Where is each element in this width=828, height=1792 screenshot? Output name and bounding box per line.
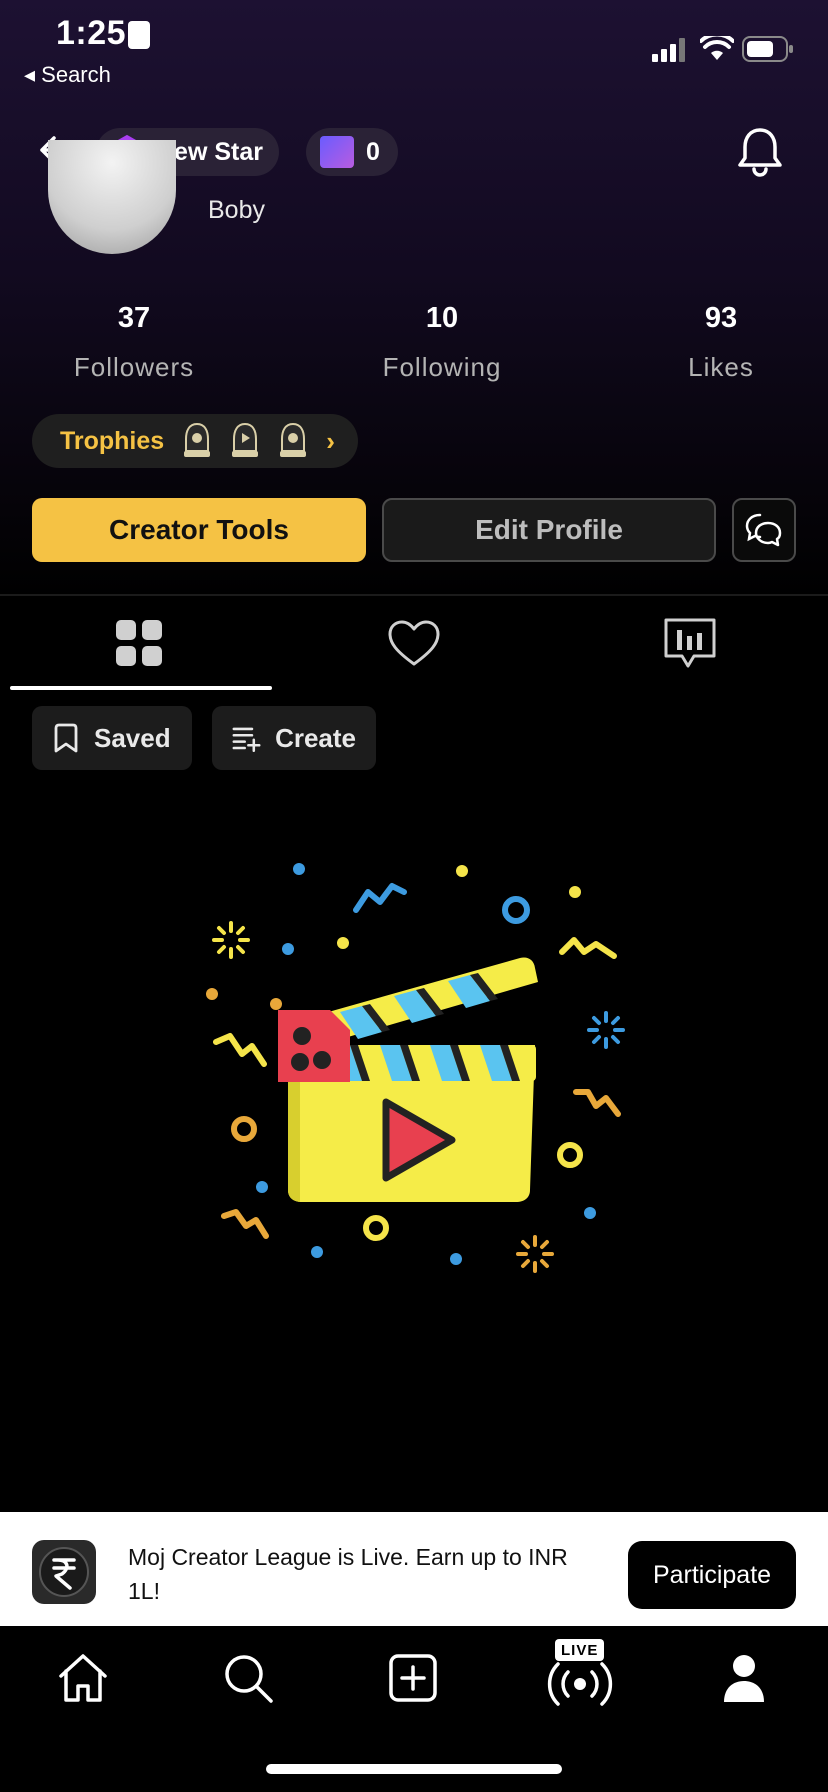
- live-icon[interactable]: [544, 1656, 616, 1712]
- tab-active-indicator: [10, 686, 272, 690]
- battery-icon: [742, 36, 793, 62]
- section-divider: [0, 594, 828, 596]
- home-icon[interactable]: [55, 1650, 111, 1706]
- stats-icon[interactable]: [660, 616, 720, 672]
- followers-count[interactable]: 37: [34, 302, 234, 335]
- following-label[interactable]: Following: [342, 352, 542, 383]
- chevron-right-icon: ›: [326, 425, 335, 456]
- likes-label: Likes: [688, 352, 754, 382]
- heart-icon[interactable]: [384, 616, 444, 672]
- followers-label[interactable]: Followers: [34, 352, 234, 383]
- promo-text: Moj Creator League is Live. Earn up to I…: [128, 1544, 568, 1604]
- coin-count: 0: [366, 137, 380, 166]
- create-label: Create: [275, 722, 356, 753]
- rupee-icon: [32, 1540, 96, 1604]
- profile-icon[interactable]: [716, 1650, 772, 1706]
- trophy-icon: [232, 422, 259, 457]
- chat-button[interactable]: [732, 498, 796, 562]
- clapperboard-illustration: [206, 863, 625, 1273]
- grid-icon[interactable]: [110, 616, 170, 672]
- home-indicator: [266, 1764, 562, 1774]
- profile-name: Boby: [208, 196, 265, 224]
- status-time: 1:25: [56, 14, 127, 52]
- add-icon[interactable]: [385, 1650, 441, 1706]
- trophies-label: Trophies: [60, 426, 165, 455]
- live-badge: LIVE: [555, 1639, 605, 1661]
- wifi-icon: [700, 36, 734, 60]
- trophies-button[interactable]: Trophies ›: [32, 414, 358, 468]
- following-count[interactable]: 10: [342, 302, 542, 335]
- saved-button[interactable]: Saved: [32, 706, 192, 770]
- create-playlist-button[interactable]: Create: [212, 706, 376, 770]
- signal-icon: [652, 38, 685, 62]
- coin-box-icon: [320, 136, 354, 168]
- back-to-search-link[interactable]: ◂ Search: [24, 62, 111, 88]
- bookmark-icon: [54, 723, 78, 753]
- saved-label: Saved: [94, 722, 171, 753]
- likes-count: 93: [704, 302, 738, 334]
- playlist-add-icon: [232, 727, 261, 752]
- contact-card-icon: [128, 21, 150, 49]
- participate-button[interactable]: Participate: [628, 1541, 796, 1609]
- chat-bubbles-icon: [745, 513, 782, 547]
- trophy-icon: [280, 422, 307, 457]
- edit-profile-button[interactable]: Edit Profile: [382, 498, 716, 562]
- coin-balance[interactable]: 0: [306, 128, 398, 176]
- creator-tools-button[interactable]: Creator Tools: [32, 498, 366, 562]
- bell-icon[interactable]: [736, 126, 784, 178]
- trophy-icon: [184, 422, 211, 457]
- search-icon[interactable]: [220, 1650, 276, 1706]
